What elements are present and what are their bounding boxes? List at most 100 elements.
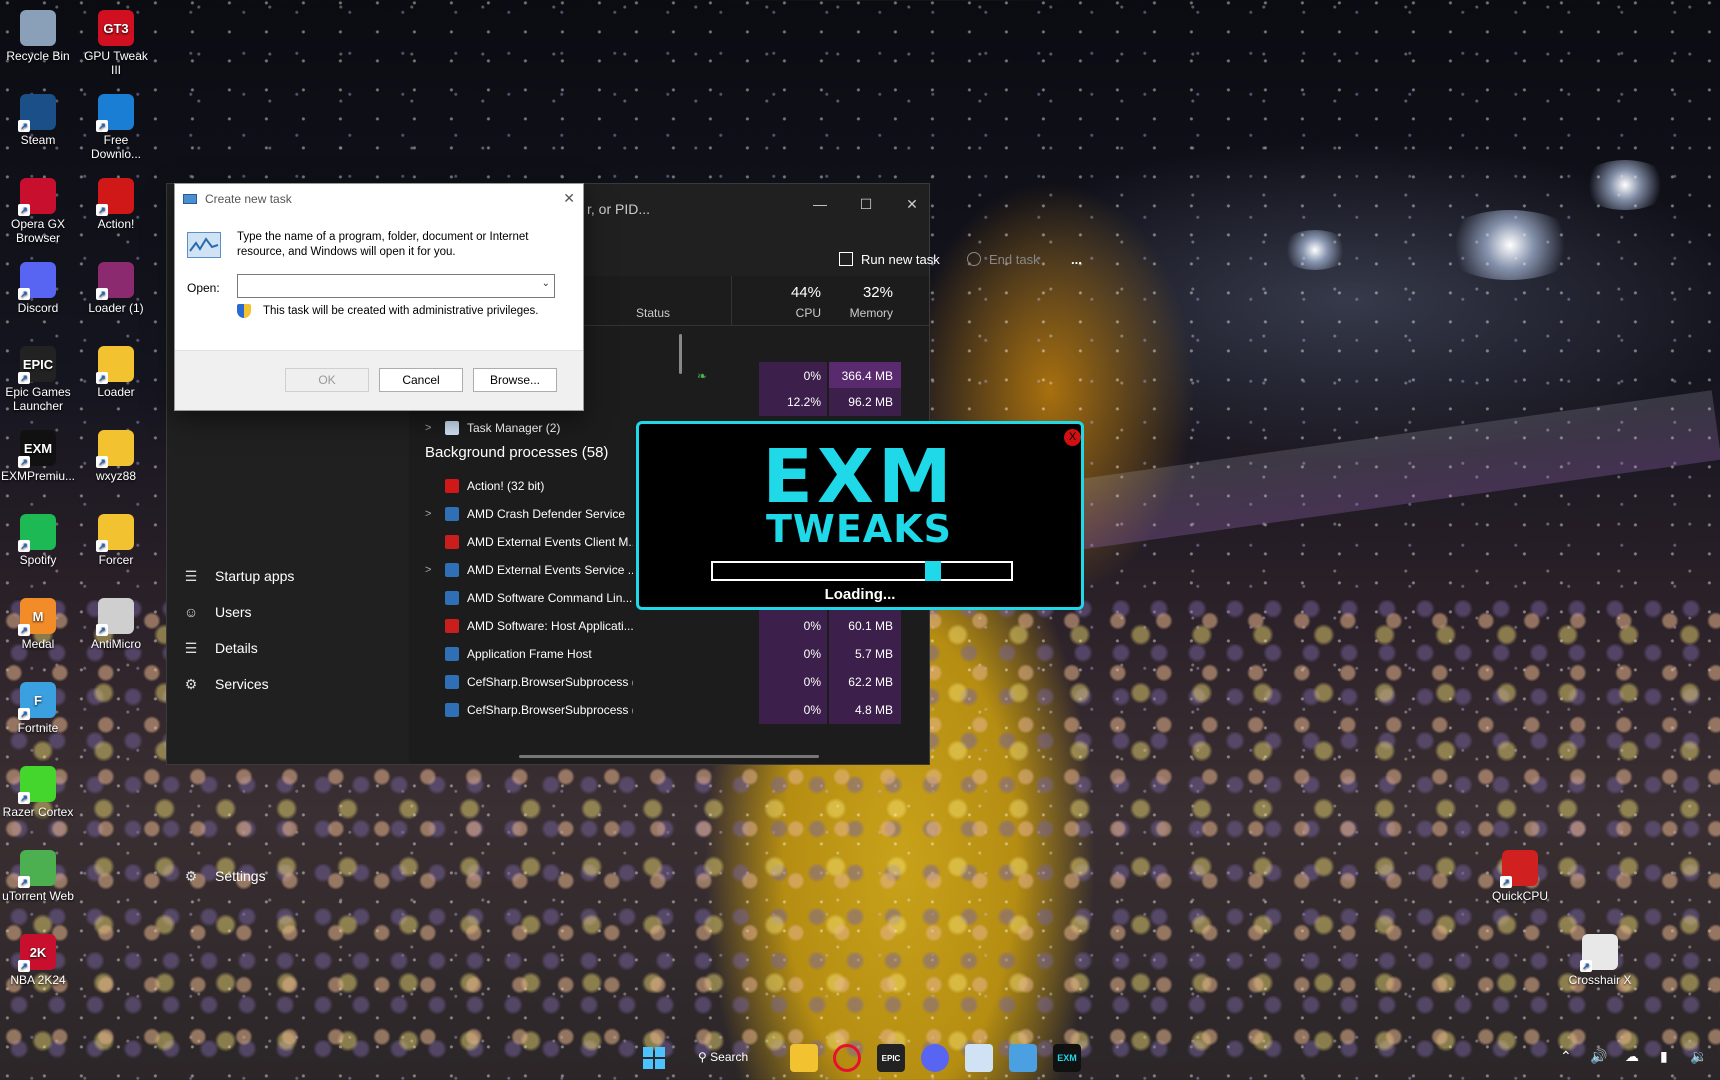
exm-icon[interactable]: EXM [1053,1044,1081,1072]
shortcut-arrow-icon: ↗ [18,792,30,804]
volume-icon[interactable]: 🔊 [1590,1048,1607,1065]
nav-item-users[interactable]: ☺ Users [167,592,252,632]
memory-column-header[interactable]: Memory [829,306,893,320]
desktop-icon[interactable]: ↗ AntiMicro [78,598,154,651]
process-name: AMD Software: Host Applicati... [467,619,633,633]
memory-cell: 62.2 MB [829,668,901,696]
desktop-icon-label: Action! [97,217,135,231]
run-new-task-label: Run new task [861,252,940,267]
desktop-icon[interactable]: GT3 GPU Tweak III [78,10,154,77]
epic-games-icon[interactable]: EPIC [877,1044,905,1072]
cpu-cell: 0% [759,612,827,640]
chevron-up-icon[interactable]: ⌃ [1560,1048,1572,1065]
chevron-right-icon[interactable]: > [425,422,431,434]
process-name: CefSharp.BrowserSubprocess (... [467,703,633,717]
task-manager-icon[interactable] [965,1044,993,1072]
nav-item-settings[interactable]: ⚙ Settings [167,856,266,896]
desktop-icon-label: AntiMicro [90,637,141,651]
cancel-button[interactable]: Cancel [379,368,463,392]
nav-item-services[interactable]: ⚙ Services [167,664,269,704]
close-icon[interactable]: ✕ [563,190,575,207]
nav-item-details[interactable]: ☰ Details [167,628,258,668]
spotify-icon: ↗ [18,514,56,552]
desktop-icon[interactable]: ↗ Crosshair X [1562,934,1638,987]
discord-icon[interactable] [921,1044,949,1072]
desktop-icon-label: NBA 2K24 [10,973,66,987]
horizontal-scrollbar[interactable] [519,755,819,758]
nba-2k24-icon: 2K ↗ [18,934,56,972]
close-icon[interactable]: ✕ [897,192,927,216]
file-explorer-icon[interactable] [790,1044,818,1072]
dialog-titlebar: Create new task ✕ [175,184,583,214]
process-name: Application Frame Host [467,647,592,661]
desktop-icon[interactable]: EXM ↗ EXMPremiu... [0,430,76,483]
app-window-icon[interactable] [1009,1044,1037,1072]
battery-icon[interactable]: ▮ [1660,1048,1668,1065]
speaker-icon[interactable]: 🔉 [1690,1048,1707,1065]
search-label: Search [710,1050,749,1064]
browse-button[interactable]: Browse... [473,368,557,392]
desktop-icon[interactable]: F ↗ Fortnite [0,682,76,735]
desktop-icon[interactable]: 2K ↗ NBA 2K24 [0,934,76,987]
process-icon [445,563,459,577]
desktop-icon[interactable]: EPIC ↗ Epic Games Launcher [0,346,76,413]
medal-icon: M ↗ [18,598,56,636]
minimize-icon[interactable]: — [805,192,835,216]
status-column-header[interactable]: Status [636,306,670,320]
loading-progress-fill [925,561,941,581]
chevron-down-icon[interactable]: ⌄ [542,278,550,289]
more-options-button[interactable]: ... [1071,244,1082,276]
open-input[interactable]: ⌄ [237,274,555,298]
desktop-icon[interactable]: ↗ Opera GX Browser [0,178,76,245]
desktop-icon[interactable]: Recycle Bin [0,10,76,63]
desktop-icon[interactable]: ↗ Spotify [0,514,76,567]
windows-start-icon[interactable] [640,1044,668,1072]
desktop-icon-label: Epic Games Launcher [5,385,71,413]
shortcut-arrow-icon: ↗ [96,456,108,468]
desktop-icon[interactable]: ↗ Steam [0,94,76,147]
shortcut-arrow-icon: ↗ [18,540,30,552]
desktop-icon[interactable]: ↗ Free Downlo... [78,94,154,161]
nav-item-label: Startup apps [215,568,295,584]
ok-button[interactable]: OK [285,368,369,392]
desktop-icon[interactable]: ↗ uTorrent Web [0,850,76,903]
chevron-right-icon[interactable]: > [425,564,431,576]
opera-gx-icon[interactable] [833,1044,861,1072]
stadium-light [1440,210,1580,280]
desktop-icon[interactable]: ↗ Action! [78,178,154,231]
table-row[interactable]: CefSharp.BrowserSubprocess (... 0% 4.8 MB [409,696,929,724]
desktop-icon[interactable]: ↗ Discord [0,262,76,315]
desktop-icon-label: Recycle Bin [6,49,70,63]
table-row[interactable]: AMD Software: Host Applicati... 0% 60.1 MB [409,612,929,640]
nav-item-startup-apps[interactable]: ☰ Startup apps [167,556,295,596]
desktop-icon[interactable]: M ↗ Medal [0,598,76,651]
cpu-cell: 0% [759,640,827,668]
maximize-icon[interactable]: ☐ [851,192,881,216]
nav-item-label: Services [215,676,269,692]
scrollbar-thumb[interactable] [679,334,682,374]
table-row[interactable]: Application Frame Host 0% 5.7 MB [409,640,929,668]
desktop-icon[interactable]: ↗ Razer Cortex [0,766,76,819]
crosshair-x-icon: ↗ [1580,934,1618,972]
desktop-icon[interactable]: ↗ Forcer [78,514,154,567]
end-task-button[interactable]: End task [967,244,1040,276]
efficiency-leaf-icon: ❧ [697,369,708,383]
desktop-icon[interactable]: ↗ wxyz88 [78,430,154,483]
taskbar-search[interactable]: ⚲ Search [698,1050,748,1064]
users-icon: ☺ [183,604,199,620]
nav-item-label: Settings [215,868,266,884]
epic-games-icon: EPIC ↗ [18,346,56,384]
exm-close-button[interactable]: X [1064,429,1081,446]
network-icon[interactable]: ☁ [1625,1048,1639,1065]
cpu-column-header[interactable]: CPU [759,306,821,320]
desktop-icon[interactable]: ↗ QuickCPU [1482,850,1558,903]
run-new-task-button[interactable]: Run new task [839,244,940,276]
chevron-right-icon[interactable]: > [425,508,431,520]
cpu-cell: 0% [759,696,827,724]
desktop-icon-label: Free Downlo... [90,133,142,161]
table-row[interactable]: CefSharp.BrowserSubprocess (... 0% 62.2 MB [409,668,929,696]
desktop-icon[interactable]: ↗ Loader [78,346,154,399]
desktop-icon-label: uTorrent Web [2,889,74,903]
stadium-light [1280,230,1350,270]
desktop-icon[interactable]: ↗ Loader (1) [78,262,154,315]
